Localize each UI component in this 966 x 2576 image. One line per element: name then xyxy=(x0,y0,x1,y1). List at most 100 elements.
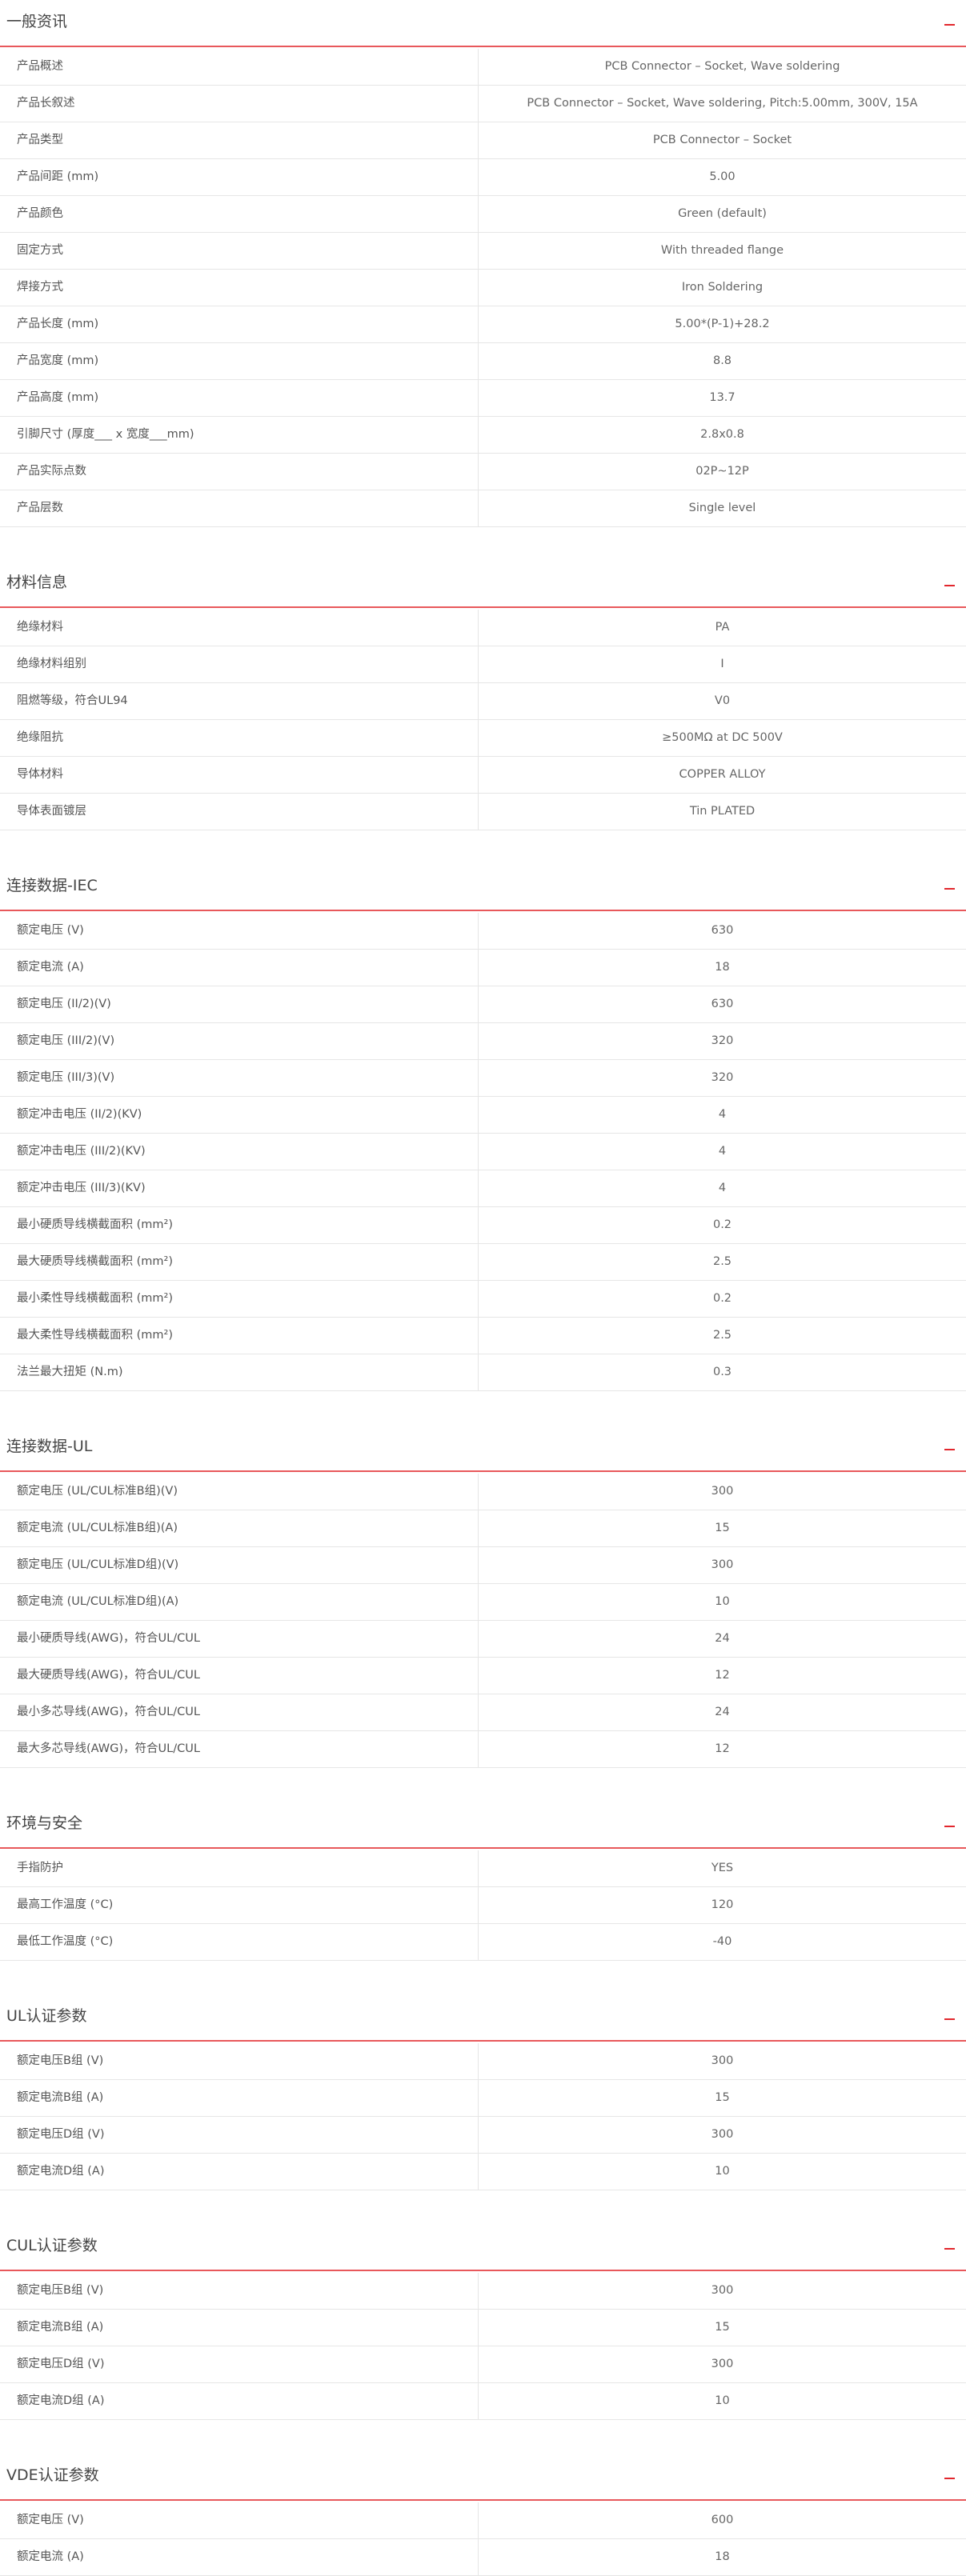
spec-label: 固定方式 xyxy=(0,233,479,269)
spec-label: 手指防护 xyxy=(0,1850,479,1886)
collapse-minus-icon[interactable] xyxy=(944,2248,955,2250)
spec-label: 额定冲击电压 (III/3)(KV) xyxy=(0,1170,479,1206)
spec-value: Single level xyxy=(688,502,756,514)
section-header[interactable]: 环境与安全 xyxy=(0,1802,966,1849)
section-header[interactable]: CUL认证参数 xyxy=(0,2224,966,2271)
table-row: 额定电压 (V) 630 xyxy=(0,913,966,950)
spec-value: 24 xyxy=(715,1706,730,1718)
collapse-minus-icon[interactable] xyxy=(944,888,955,890)
table-row: 阻燃等级，符合UL94 V0 xyxy=(0,683,966,720)
section-header[interactable]: 材料信息 xyxy=(0,561,966,608)
spec-value: YES xyxy=(711,1862,734,1874)
table-row: 额定电压 (III/3)(V) 320 xyxy=(0,1060,966,1097)
section-header[interactable]: 一般资讯 xyxy=(0,0,966,47)
spec-label: 产品层数 xyxy=(0,490,479,526)
spec-label: 额定电压B组 (V) xyxy=(0,2043,479,2079)
table-row: 最大硬质导线横截面积 (mm²) 2.5 xyxy=(0,1244,966,1281)
section-header[interactable]: 连接数据-UL xyxy=(0,1425,966,1472)
table-row: 产品间距 (mm) 5.00 xyxy=(0,159,966,196)
section-title: CUL认证参数 xyxy=(6,2237,98,2254)
spec-value: 24 xyxy=(715,1632,730,1645)
section-header[interactable]: 连接数据-IEC xyxy=(0,864,966,911)
spec-value: 120 xyxy=(711,1898,734,1911)
spec-label: 额定电压 (V) xyxy=(0,2502,479,2538)
spec-label: 阻燃等级，符合UL94 xyxy=(0,683,479,719)
spec-label: 额定电流 (UL/CUL标准B组)(A) xyxy=(0,1510,479,1546)
table-row: 额定电压B组 (V) 300 xyxy=(0,2043,966,2080)
spec-value: PCB Connector – Socket xyxy=(652,134,792,146)
table-row: 产品长叙述 PCB Connector – Socket, Wave solder… xyxy=(0,86,966,122)
spec-label: 焊接方式 xyxy=(0,270,479,306)
spec-table: 手指防护 YES 最高工作温度 (°C) 120 最低工作温度 (°C) -40 xyxy=(0,1850,966,1961)
collapse-minus-icon[interactable] xyxy=(944,2478,955,2479)
table-row: 绝缘阻抗 ≥500MΩ at DC 500V xyxy=(0,720,966,757)
table-row: 产品类型 PCB Connector – Socket xyxy=(0,122,966,159)
spec-label: 产品高度 (mm) xyxy=(0,380,479,416)
collapse-minus-icon[interactable] xyxy=(944,2018,955,2020)
spec-label: 额定电流D组 (A) xyxy=(0,2383,479,2419)
table-row: 额定电压 (V) 600 xyxy=(0,2502,966,2539)
spec-label: 额定电压D组 (V) xyxy=(0,2117,479,2153)
table-row: 绝缘材料 PA xyxy=(0,610,966,646)
table-row: 额定电流D组 (A) 10 xyxy=(0,2383,966,2420)
spec-label: 额定电流 (UL/CUL标准D组)(A) xyxy=(0,1584,479,1620)
table-row: 额定冲击电压 (III/2)(KV) 4 xyxy=(0,1134,966,1170)
table-row: 最小硬质导线横截面积 (mm²) 0.2 xyxy=(0,1207,966,1244)
spec-value: 15 xyxy=(715,2321,730,2334)
spec-value: 0.2 xyxy=(712,1292,732,1305)
spec-value: 300 xyxy=(711,2284,734,2297)
table-row: 最大硬质导线(AWG)，符合UL/CUL 12 xyxy=(0,1658,966,1694)
collapse-minus-icon[interactable] xyxy=(944,1449,955,1450)
table-row: 额定电流 (A) 18 xyxy=(0,2539,966,2576)
table-row: 额定冲击电压 (II/2)(KV) 4 xyxy=(0,1097,966,1134)
spec-label: 额定电流B组 (A) xyxy=(0,2080,479,2116)
table-row: 额定电流 (UL/CUL标准B组)(A) 15 xyxy=(0,1510,966,1547)
table-row: 额定电流B组 (A) 15 xyxy=(0,2310,966,2346)
spec-label: 最小柔性导线横截面积 (mm²) xyxy=(0,1281,479,1317)
table-row: 额定电压 (UL/CUL标准D组)(V) 300 xyxy=(0,1547,966,1584)
spec-value: I xyxy=(720,658,724,670)
spec-label: 额定电流 (A) xyxy=(0,950,479,986)
section-header[interactable]: UL认证参数 xyxy=(0,1994,966,2042)
spec-label: 产品实际点数 xyxy=(0,454,479,490)
table-row: 绝缘材料组别 I xyxy=(0,646,966,683)
table-row: 最大柔性导线横截面积 (mm²) 2.5 xyxy=(0,1318,966,1354)
table-row: 产品长度 (mm) 5.00*(P-1)+28.2 xyxy=(0,306,966,343)
spec-table: 绝缘材料 PA 绝缘材料组别 I 阻燃等级，符合UL94 V0 绝缘阻抗 ≥500MΩ at … xyxy=(0,610,966,830)
table-row: 导体材料 COPPER ALLOY xyxy=(0,757,966,794)
collapse-minus-icon[interactable] xyxy=(944,24,955,26)
spec-value: 630 xyxy=(711,924,734,937)
spec-value: 300 xyxy=(711,2358,734,2370)
collapse-minus-icon[interactable] xyxy=(944,1826,955,1827)
spec-label: 导体材料 xyxy=(0,757,479,793)
section-header[interactable]: VDE认证参数 xyxy=(0,2454,966,2501)
spec-value: 320 xyxy=(711,1034,734,1047)
spec-section: VDE认证参数 额定电压 (V) 600 额定电流 (A) 18 xyxy=(0,2454,966,2576)
spec-value: PCB Connector – Socket, Wave soldering xyxy=(604,60,840,73)
spec-value: 18 xyxy=(715,961,730,974)
spec-label: 绝缘材料 xyxy=(0,610,479,646)
collapse-minus-icon[interactable] xyxy=(944,585,955,586)
spec-value: V0 xyxy=(714,694,731,707)
spec-value: Tin PLATED xyxy=(689,805,756,818)
spec-label: 最大柔性导线横截面积 (mm²) xyxy=(0,1318,479,1354)
spec-table: 额定电压B组 (V) 300 额定电流B组 (A) 15 额定电压D组 (V) 300 额定… xyxy=(0,2043,966,2190)
spec-label: 额定电压 (UL/CUL标准D组)(V) xyxy=(0,1547,479,1583)
spec-label: 额定冲击电压 (II/2)(KV) xyxy=(0,1097,479,1133)
spec-value: 5.00*(P-1)+28.2 xyxy=(675,318,770,330)
spec-value: 18 xyxy=(715,2550,730,2563)
spec-value: 600 xyxy=(711,2514,734,2526)
section-title: 连接数据-UL xyxy=(6,1438,93,1455)
spec-value: 2.5 xyxy=(712,1255,732,1268)
spec-label: 最大硬质导线横截面积 (mm²) xyxy=(0,1244,479,1280)
spec-label: 最小多芯导线(AWG)，符合UL/CUL xyxy=(0,1694,479,1730)
spec-value: 320 xyxy=(711,1071,734,1084)
section-title: 环境与安全 xyxy=(6,1814,83,1832)
table-row: 额定电流 (A) 18 xyxy=(0,950,966,986)
section-title: 连接数据-IEC xyxy=(6,877,98,894)
table-row: 额定电压D组 (V) 300 xyxy=(0,2117,966,2154)
spec-section: CUL认证参数 额定电压B组 (V) 300 额定电流B组 (A) 15 额定电压D组 (… xyxy=(0,2224,966,2454)
spec-label: 法兰最大扭矩 (N.m) xyxy=(0,1354,479,1390)
spec-value: 4 xyxy=(718,1108,727,1121)
table-row: 产品实际点数 02P~12P xyxy=(0,454,966,490)
